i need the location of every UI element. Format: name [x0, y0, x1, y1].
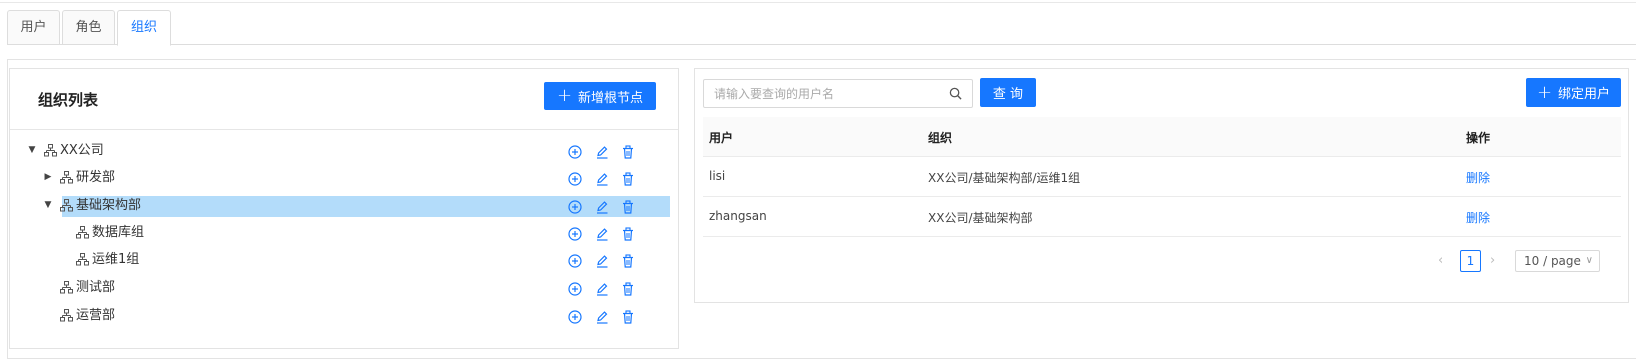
add-child-icon[interactable]	[568, 145, 582, 159]
prev-page-icon[interactable]: ‹	[1438, 253, 1443, 268]
org-node-icon	[60, 171, 73, 184]
edit-icon[interactable]	[595, 310, 609, 324]
bind-user-button[interactable]: + 绑定用户	[1526, 78, 1621, 107]
chevron-down-icon: ∨	[1585, 255, 1593, 266]
tab-organization[interactable]: 组织	[117, 10, 171, 46]
org-node-icon	[60, 309, 73, 322]
column-header-org: 组织	[928, 131, 953, 145]
edit-icon[interactable]	[595, 254, 609, 268]
add-child-icon[interactable]	[568, 200, 582, 214]
edit-icon[interactable]	[595, 145, 609, 159]
delete-icon[interactable]	[621, 145, 635, 159]
delete-link[interactable]: 删除	[1466, 169, 1490, 186]
pagination: ‹ 1 › 10 / page ∨	[1433, 250, 1613, 272]
add-child-icon[interactable]	[568, 227, 582, 241]
username-search-input[interactable]	[704, 80, 934, 107]
cell-org: XX公司/基础架构部	[928, 211, 1033, 225]
delete-icon[interactable]	[621, 310, 635, 324]
tree-node-label: 运维1组	[92, 252, 140, 267]
org-list-panel: 组织列表 + 新增根节点 ▼ XX公司 ▶ 研发部 ▼ 基础架构部数据库组运维1组测试部运…	[9, 68, 679, 349]
table-row: lisi XX公司/基础架构部/运维1组 删除	[703, 157, 1621, 197]
org-node-icon	[60, 199, 73, 212]
add-root-node-button[interactable]: + 新增根节点	[544, 82, 656, 110]
cell-user: zhangsan	[709, 209, 767, 223]
edit-icon[interactable]	[595, 282, 609, 296]
delete-icon[interactable]	[621, 282, 635, 296]
org-node-icon	[44, 144, 57, 157]
delete-icon[interactable]	[621, 172, 635, 186]
tree-node[interactable]: 测试部	[10, 276, 678, 300]
page-size-value: 10 / page	[1524, 254, 1581, 268]
next-page-icon[interactable]: ›	[1490, 253, 1495, 268]
delete-icon[interactable]	[621, 254, 635, 268]
user-binding-panel: 查 询 + 绑定用户 用户 组织 操作 lisi XX公司/基础架构部/运维1组…	[694, 68, 1629, 303]
tree-node-label: 运营部	[76, 308, 116, 323]
edit-icon[interactable]	[595, 227, 609, 241]
plus-icon: +	[1536, 81, 1553, 103]
tree-node[interactable]: 运维1组	[10, 248, 678, 272]
tree-node[interactable]: 数据库组	[10, 221, 678, 245]
delete-icon[interactable]	[621, 200, 635, 214]
table-header: 用户 组织 操作	[703, 117, 1621, 157]
caret-right-icon[interactable]: ▶	[43, 172, 53, 182]
add-child-icon[interactable]	[568, 282, 582, 296]
page-number-current[interactable]: 1	[1460, 250, 1481, 272]
column-header-user: 用户	[709, 131, 734, 145]
add-child-icon[interactable]	[568, 172, 582, 186]
add-child-icon[interactable]	[568, 254, 582, 268]
add-root-node-label: 新增根节点	[578, 90, 644, 106]
tree-node-label: 研发部	[76, 170, 116, 185]
search-box	[703, 79, 973, 108]
plus-icon: +	[556, 85, 573, 106]
column-header-action: 操作	[1466, 131, 1491, 145]
tab-roles[interactable]: 角色	[62, 10, 115, 45]
tree-node[interactable]: 运营部	[10, 304, 678, 328]
cell-org: XX公司/基础架构部/运维1组	[928, 171, 1081, 185]
delete-link[interactable]: 删除	[1466, 209, 1490, 226]
panel-title: 组织列表	[38, 91, 99, 109]
org-node-icon	[76, 253, 89, 266]
org-node-icon	[76, 226, 89, 239]
table-row: zhangsan XX公司/基础架构部 删除	[703, 197, 1621, 237]
divider	[10, 129, 678, 130]
tree-node-label: 基础架构部	[76, 198, 142, 213]
edit-icon[interactable]	[595, 200, 609, 214]
tree-node[interactable]: ▶ 研发部	[10, 166, 678, 190]
caret-down-icon[interactable]: ▼	[27, 145, 37, 155]
tab-users[interactable]: 用户	[7, 10, 60, 45]
tree-node-label: 测试部	[76, 280, 116, 295]
cell-user: lisi	[709, 169, 726, 183]
page-size-select[interactable]: 10 / page ∨	[1515, 250, 1600, 272]
top-border	[0, 0, 1636, 3]
tree-node[interactable]: ▼ 基础架构部	[10, 194, 678, 218]
bind-user-label: 绑定用户	[1558, 87, 1611, 102]
caret-down-icon[interactable]: ▼	[43, 200, 53, 210]
tree-node-label: 数据库组	[92, 225, 145, 240]
tab-bar: 用户 角色 组织	[7, 10, 1636, 46]
add-child-icon[interactable]	[568, 310, 582, 324]
query-button[interactable]: 查 询	[980, 78, 1036, 107]
org-node-icon	[60, 281, 73, 294]
edit-icon[interactable]	[595, 172, 609, 186]
delete-icon[interactable]	[621, 227, 635, 241]
tree-node[interactable]: ▼ XX公司	[10, 139, 678, 163]
tree-node-label: XX公司	[60, 143, 104, 158]
search-icon[interactable]	[949, 87, 962, 100]
